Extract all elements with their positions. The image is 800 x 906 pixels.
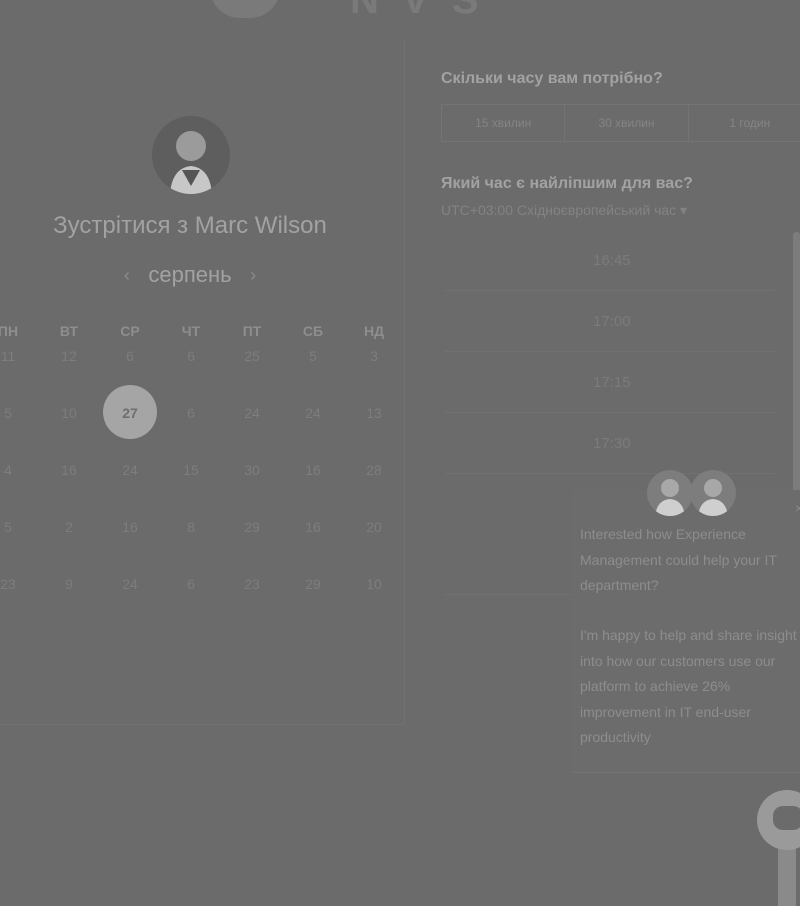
duration-option-30[interactable]: 30 хвилин	[565, 105, 689, 141]
calendar-day[interactable]: 9	[44, 576, 94, 592]
calendar-day[interactable]: 5	[0, 405, 33, 421]
weekday-mon: ПН	[0, 323, 19, 339]
calendar-day[interactable]: 12	[44, 348, 94, 364]
time-slot-label: 16:45	[593, 252, 631, 269]
weekday-tue: ВТ	[59, 323, 79, 339]
meeting-title: Зустрітися з Marc Wilson	[53, 212, 327, 239]
chat-bubble-icon	[773, 806, 800, 830]
calendar-day[interactable]: 27	[105, 405, 155, 421]
calendar-day[interactable]: 11	[0, 348, 33, 364]
logo-bubble	[210, 0, 280, 18]
calendar-day[interactable]: 28	[349, 462, 399, 478]
calendar-day[interactable]: 29	[227, 519, 277, 535]
person-icon	[655, 479, 685, 516]
calendar-day[interactable]: 23	[227, 576, 277, 592]
person-icon	[698, 479, 728, 516]
agent-avatar	[690, 470, 736, 516]
calendar-day[interactable]: 2	[44, 519, 94, 535]
calendar-day[interactable]: 5	[0, 519, 33, 535]
close-icon[interactable]: ×	[795, 500, 800, 516]
logo: N V S	[350, 0, 485, 22]
calendar-day[interactable]: 6	[105, 348, 155, 364]
time-slot[interactable]: 17:15	[445, 352, 775, 413]
time-slot[interactable]: 16:45	[445, 230, 775, 291]
organizer-avatar	[152, 116, 230, 194]
calendar-day[interactable]: 24	[105, 576, 155, 592]
calendar-day[interactable]: 6	[166, 405, 216, 421]
calendar-day[interactable]: 16	[288, 519, 338, 535]
chevron-right-icon[interactable]: ›	[236, 265, 270, 286]
calendar-day[interactable]: 15	[166, 462, 216, 478]
weekday-fri: ПТ	[242, 323, 262, 339]
month-label: серпень	[148, 262, 232, 287]
calendar-day[interactable]: 4	[0, 462, 33, 478]
calendar-day[interactable]: 5	[288, 348, 338, 364]
calendar-day[interactable]: 13	[349, 405, 399, 421]
calendar-day[interactable]: 6	[166, 348, 216, 364]
timezone-select[interactable]: UTC+03:00 Східноєвропейський час ▾	[441, 202, 687, 219]
duration-selector: 15 хвилин 30 хвилин 1 годин	[441, 104, 800, 142]
calendar-day[interactable]: 16	[44, 462, 94, 478]
time-slot[interactable]: 17:30	[445, 413, 775, 474]
scrollbar[interactable]	[793, 232, 800, 492]
calendar-day[interactable]: 24	[288, 405, 338, 421]
calendar-day[interactable]: 24	[227, 405, 277, 421]
duration-option-15[interactable]: 15 хвилин	[442, 105, 566, 141]
weekday-sun: НД	[363, 323, 385, 339]
agent-avatar	[647, 470, 693, 516]
person-icon	[170, 131, 212, 194]
time-slot-label: 17:00	[593, 313, 631, 330]
calendar-day[interactable]: 25	[227, 348, 277, 364]
calendar-day[interactable]: 20	[349, 519, 399, 535]
chat-message-2: I'm happy to help and share insight into…	[580, 627, 797, 745]
calendar-day[interactable]: 8	[166, 519, 216, 535]
calendar-day[interactable]: 10	[349, 576, 399, 592]
calendar-day[interactable]: 29	[288, 576, 338, 592]
calendar-day[interactable]: 30	[227, 462, 277, 478]
calendar-day[interactable]: 16	[288, 462, 338, 478]
duration-option-60[interactable]: 1 годин	[689, 105, 800, 141]
duration-question: Скільки часу вам потрібно?	[441, 70, 663, 87]
calendar-day[interactable]: 23	[0, 576, 33, 592]
calendar-day[interactable]: 6	[166, 576, 216, 592]
calendar-day[interactable]: 24	[105, 462, 155, 478]
time-slot-label: 17:30	[593, 435, 631, 452]
weekday-sat: СБ	[302, 323, 324, 339]
calendar-day[interactable]: 16	[105, 519, 155, 535]
chat-message-1: Interested how Experience Management cou…	[580, 526, 777, 593]
weekday-thu: ЧТ	[181, 323, 201, 339]
weekday-wed: СР	[120, 323, 140, 339]
calendar-day[interactable]: 3	[349, 348, 399, 364]
chat-launcher-button[interactable]	[757, 790, 800, 850]
chevron-left-icon[interactable]: ‹	[110, 265, 144, 286]
time-slot[interactable]: 17:00	[445, 291, 775, 352]
calendar-day[interactable]: 10	[44, 405, 94, 421]
time-slot-label: 17:15	[593, 374, 631, 391]
time-question: Який час є найліпшим для вас?	[441, 175, 693, 192]
month-navigation: ‹ серпень ›	[0, 262, 380, 288]
